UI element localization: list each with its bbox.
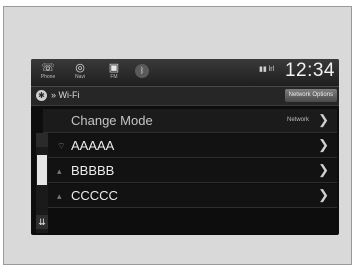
wifi-lock-icon: ▴ — [57, 166, 62, 176]
fm-label: FM — [110, 74, 118, 80]
network-ssid: BBBBB — [71, 163, 115, 178]
scroll-up-button[interactable] — [36, 133, 48, 147]
change-mode-label: Change Mode — [71, 113, 153, 128]
navi-label: Navi — [74, 74, 85, 80]
change-mode-value: Network — [286, 117, 309, 123]
scrollbar[interactable]: ⇊ — [36, 133, 48, 233]
network-ssid: CCCCC — [71, 188, 118, 203]
chevron-right-icon: ❯ — [318, 187, 329, 202]
navi-shortcut[interactable]: ◎ Navi — [69, 62, 91, 84]
change-mode-row[interactable]: Change Mode Network ❯ — [43, 109, 337, 133]
chevron-right-icon: ❯ — [318, 137, 329, 152]
scroll-thumb[interactable] — [37, 155, 47, 185]
phone-icon: ☏ — [41, 62, 55, 74]
manual-figure-frame: ☏ Phone ◎ Navi ▣ FM ᛒ ▮▮ lrl 12:34 ✱ » W… — [3, 6, 352, 265]
double-chevron-down-icon: ⇊ — [38, 217, 46, 227]
fm-shortcut[interactable]: ▣ FM — [103, 62, 125, 84]
phone-shortcut[interactable]: ☏ Phone — [37, 62, 59, 84]
network-row[interactable]: ▴ BBBBB ❯ — [43, 159, 337, 183]
navigation-icon: ◎ — [75, 62, 85, 74]
scroll-down-button[interactable]: ⇊ — [36, 215, 48, 229]
network-row[interactable]: ▴ CCCCC ❯ — [43, 184, 337, 208]
bluetooth-icon[interactable]: ᛒ — [135, 64, 149, 78]
chevron-right-icon: ❯ — [318, 162, 329, 177]
chevron-right-icon: ❯ — [318, 112, 329, 127]
header-bar: ✱ » Wi-Fi Network Options — [31, 87, 339, 106]
wifi-signal-icon: ⌔ — [57, 141, 66, 151]
network-ssid: AAAAA — [71, 138, 115, 153]
signal-indicator: ▮▮ lrl — [259, 66, 275, 73]
clock: 12:34 — [284, 60, 335, 81]
status-bar: ☏ Phone ◎ Navi ▣ FM ᛒ ▮▮ lrl 12:34 — [31, 59, 339, 87]
radio-icon: ▣ — [108, 62, 120, 74]
infotainment-screen: ☏ Phone ◎ Navi ▣ FM ᛒ ▮▮ lrl 12:34 ✱ » W… — [31, 59, 339, 235]
phone-label: Phone — [40, 74, 56, 80]
breadcrumb: » Wi-Fi — [51, 90, 80, 100]
wifi-lock-icon: ▴ — [57, 191, 62, 201]
network-row[interactable]: ⌔ AAAAA ❯ — [43, 134, 337, 158]
settings-gear-icon[interactable]: ✱ — [36, 90, 47, 101]
network-options-button[interactable]: Network Options — [284, 89, 337, 102]
